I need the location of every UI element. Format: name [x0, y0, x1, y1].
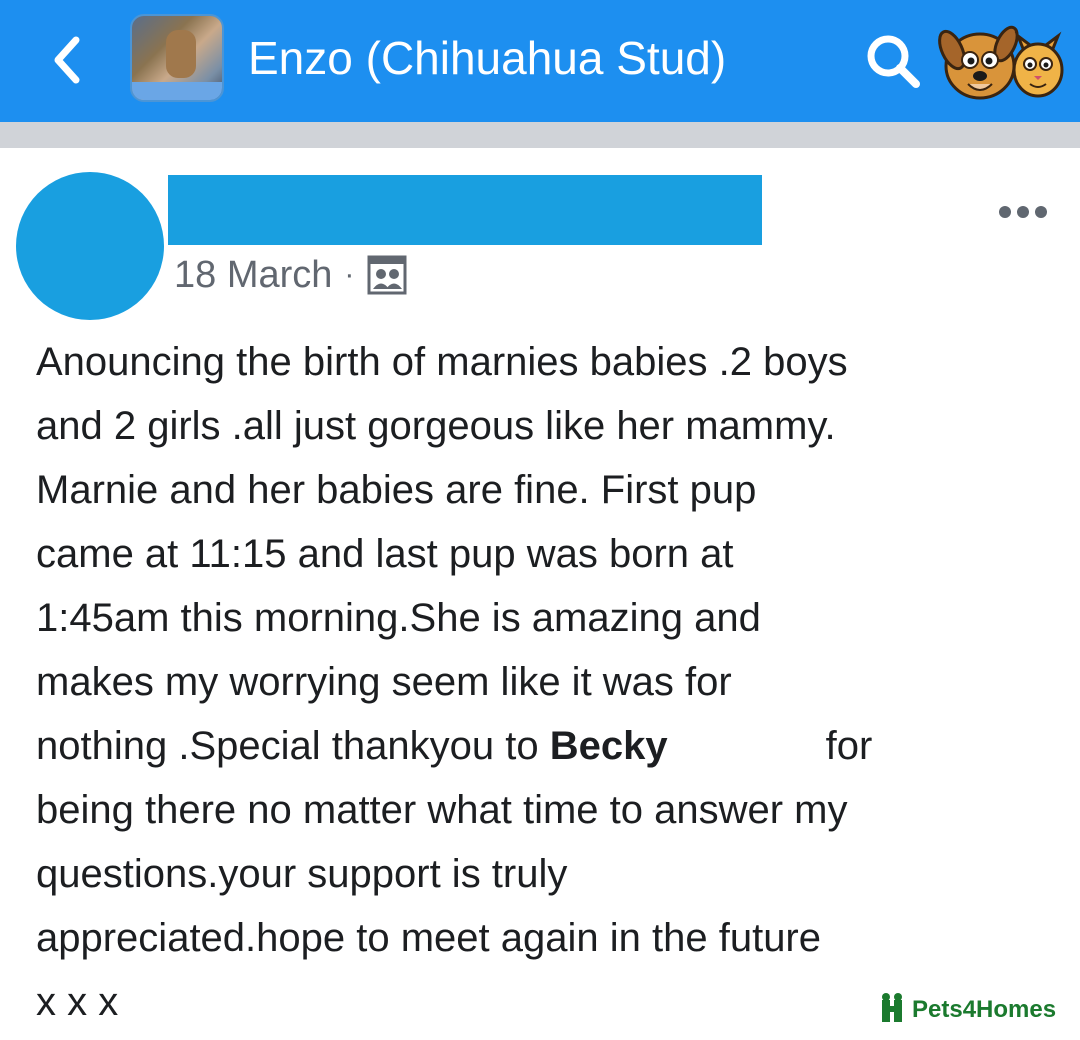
post-body: Anouncing the birth of marnies babies .2…	[36, 330, 1066, 1034]
post-line: 1:45am this morning.She is amazing and	[36, 596, 761, 640]
top-app-bar: Enzo (Chihuahua Stud)	[0, 0, 1080, 122]
group-thumbnail[interactable]	[130, 14, 224, 102]
post-date[interactable]: 18 March	[174, 252, 332, 298]
post-line: questions.your support is truly	[36, 852, 568, 896]
post-line: appreciated.hope to meet again in the fu…	[36, 916, 821, 960]
watermark-text: Pets4Homes	[912, 996, 1057, 1023]
dog-photo-shape	[166, 30, 196, 78]
post-line: makes my worrying seem like it was for	[36, 660, 732, 704]
post-meta: 18 March ·	[174, 252, 408, 298]
post-line-with-mention: nothing .Special thankyou to Becky for	[36, 714, 1066, 778]
group-title[interactable]: Enzo (Chihuahua Stud)	[248, 30, 726, 90]
post-line: came at 11:15 and last pup was born at	[36, 532, 734, 576]
chevron-left-icon[interactable]	[44, 30, 92, 90]
header-divider	[0, 122, 1080, 148]
post-line: being there no matter what time to answe…	[36, 788, 848, 832]
author-name-redacted[interactable]	[168, 175, 762, 245]
post-line: Anouncing the birth of marnies babies .2…	[36, 340, 848, 384]
watermark: Pets4Homes	[880, 992, 1056, 1028]
paw-logo-icon	[880, 992, 906, 1029]
meta-separator: ·	[344, 258, 355, 291]
thumbnail-caption-strip	[132, 82, 222, 100]
author-avatar-redacted[interactable]	[16, 172, 164, 320]
pets-logo-icon	[934, 20, 1064, 106]
ellipsis-icon[interactable]	[996, 200, 1050, 224]
post-text-segment: nothing .Special thankyou to	[36, 724, 550, 768]
post-line: Marnie and her babies are fine. First pu…	[36, 468, 757, 512]
mention-link[interactable]: Becky	[550, 724, 668, 768]
post-line: and 2 girls .all just gorgeous like her …	[36, 404, 836, 448]
group-members-icon	[366, 254, 408, 296]
post-text-segment: for	[825, 724, 873, 768]
search-icon[interactable]	[862, 30, 924, 92]
